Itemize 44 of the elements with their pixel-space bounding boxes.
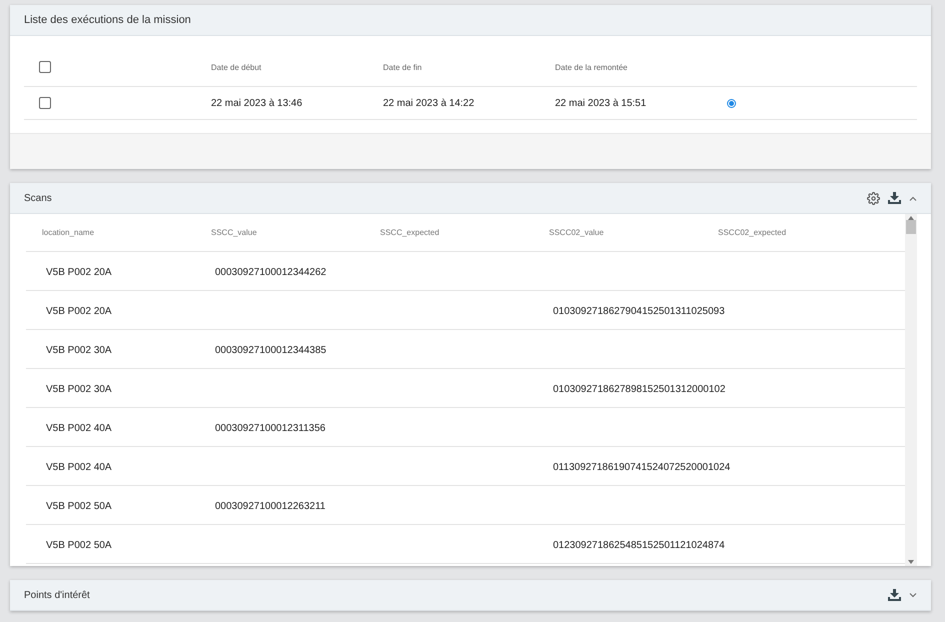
- table-cell-text: 22 mai 2023 à 15:51: [555, 98, 648, 108]
- download-button[interactable]: [888, 192, 901, 204]
- table-cell-text: 00030927100012263211: [214, 501, 326, 512]
- column-header: SSCC02_value: [548, 228, 605, 237]
- radio-button[interactable]: [727, 98, 736, 108]
- download-button[interactable]: [888, 589, 901, 601]
- chevron-up-icon[interactable]: [909, 196, 917, 200]
- table-cell-text: 0123092718625485152501121024874: [552, 540, 725, 551]
- settings-button[interactable]: [867, 192, 880, 204]
- panel-title: Liste des exécutions de la mission: [24, 14, 192, 26]
- panel-title: Points d'intérêt: [24, 590, 91, 600]
- column-header: SSCC02_expected: [717, 228, 788, 237]
- settings-icon: [867, 192, 880, 204]
- scroll-down-icon[interactable]: [908, 560, 914, 564]
- table-cell-text: 00030927100012344385: [214, 345, 326, 356]
- column-header: Date de la remontée: [555, 62, 628, 72]
- row-checkbox[interactable]: [39, 97, 51, 109]
- table-cell-text: V5B P002 50A: [45, 501, 112, 512]
- table-cell-text: 0103092718627904152501311025093: [552, 306, 725, 317]
- column-header: Date de fin: [383, 62, 423, 72]
- download-icon: [888, 192, 901, 204]
- table-cell-text: 00030927100012344262: [214, 267, 326, 278]
- scrollbar[interactable]: [905, 214, 917, 566]
- chevron-down-icon[interactable]: [909, 592, 917, 598]
- table-cell-text: V5B P002 50A: [45, 540, 112, 551]
- column-header: SSCC_expected: [379, 228, 440, 237]
- table-cell-text: V5B P002 30A: [45, 345, 112, 356]
- column-header: Date de début: [211, 62, 262, 72]
- table-cell-text: V5B P002 20A: [45, 306, 112, 317]
- column-header: SSCC_value: [210, 228, 258, 237]
- column-header: location_name: [41, 228, 96, 237]
- download-icon: [888, 589, 901, 601]
- select-all-checkbox[interactable]: [39, 61, 51, 73]
- table-cell-text: 22 mai 2023 à 14:22: [383, 98, 476, 108]
- table-cell-text: V5B P002 20A: [45, 267, 112, 278]
- table-cell-text: 0103092718627898152501312000102: [552, 384, 726, 395]
- table-cell-text: 00030927100012311356: [214, 423, 326, 434]
- table-cell-text: V5B P002 30A: [45, 384, 112, 395]
- table-cell-text: 22 mai 2023 à 13:46: [211, 98, 304, 108]
- table-cell-text: V5B P002 40A: [45, 462, 112, 473]
- panel-title: Scans: [24, 192, 53, 204]
- scrollbar-thumb[interactable]: [906, 220, 916, 234]
- table-cell-text: 01130927186190741524072520001024: [552, 462, 730, 473]
- table-cell-text: V5B P002 40A: [45, 423, 112, 434]
